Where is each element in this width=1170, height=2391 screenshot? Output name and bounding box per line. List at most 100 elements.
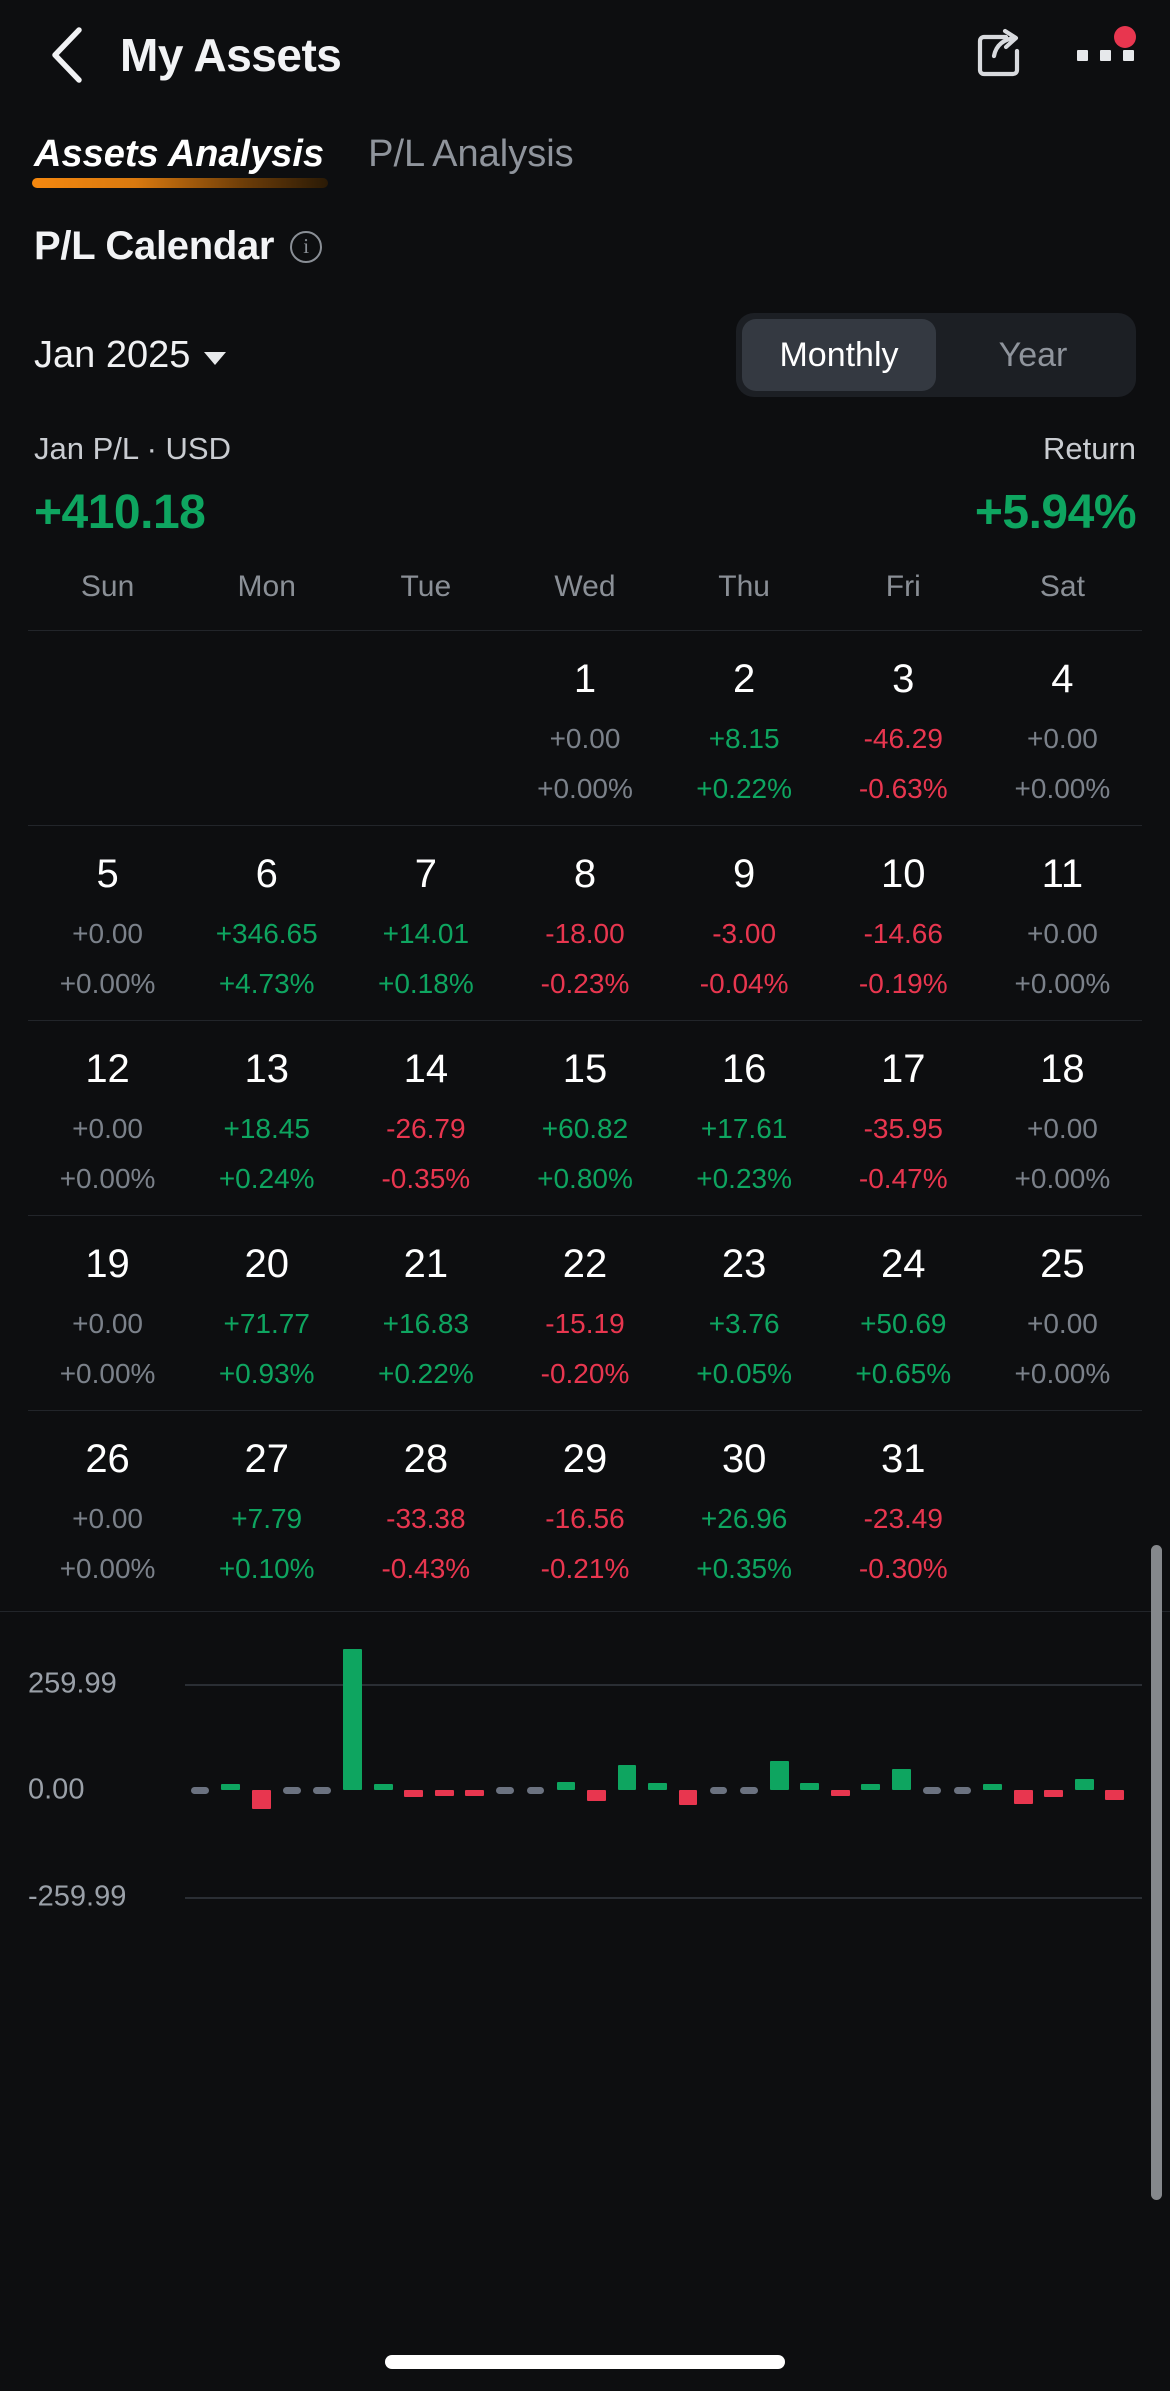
calendar-day-cell[interactable]: 1 +0.00 +0.00% xyxy=(505,659,664,803)
calendar-day-percent: +0.00% xyxy=(1014,773,1111,804)
chart-bar-column[interactable] xyxy=(612,1612,642,1912)
calendar-day-cell[interactable]: 11 +0.00 +0.00% xyxy=(983,854,1142,998)
chart-bar-column[interactable] xyxy=(490,1612,520,1912)
calendar-week-row: 19 +0.00 +0.00% 20 +71.77 +0.93% 21 +16.83 +0.22… xyxy=(28,1215,1142,1410)
tab-pl-analysis[interactable]: P/L Analysis xyxy=(368,133,574,188)
calendar-day-cell[interactable]: 15 +60.82 +0.80% xyxy=(505,1049,664,1193)
calendar-day-cell[interactable]: 14 -26.79 -0.35% xyxy=(346,1049,505,1193)
weekday-sun: Sun xyxy=(80,570,135,603)
calendar-week-row: 1 +0.00 +0.00% 2 +8.15 +0.22% 3 -46.29 -0.63% 4 +0… xyxy=(28,630,1142,825)
calendar-day-number: 27 xyxy=(244,1437,289,1481)
calendar-day-percent: +0.00% xyxy=(59,1163,156,1194)
top-bar: My Assets xyxy=(0,0,1170,110)
chart-bar-column[interactable] xyxy=(978,1612,1008,1912)
chart-bar-column[interactable] xyxy=(703,1612,733,1912)
calendar-day-percent: +0.00% xyxy=(537,773,633,804)
vertical-scrollbar[interactable] xyxy=(1151,1545,1162,2200)
calendar-day-cell[interactable]: 17 -35.95 -0.47% xyxy=(824,1049,983,1193)
calendar-day-pl: +16.83 xyxy=(382,1308,470,1339)
chart-bar-column[interactable] xyxy=(581,1612,611,1912)
calendar-day-cell[interactable]: 5 +0.00 +0.00% xyxy=(28,854,187,998)
calendar-day-cell[interactable]: 4 +0.00 +0.00% xyxy=(983,659,1142,803)
calendar-day-cell[interactable]: 30 +26.96 +0.35% xyxy=(665,1439,824,1583)
calendar-day-cell[interactable]: 18 +0.00 +0.00% xyxy=(983,1049,1142,1193)
chart-bar-column[interactable] xyxy=(520,1612,550,1912)
calendar-day-cell[interactable]: 27 +7.79 +0.10% xyxy=(187,1439,346,1583)
chart-bar-column[interactable] xyxy=(947,1612,977,1912)
tab-assets-analysis-label: Assets Analysis xyxy=(34,133,325,175)
chart-bar-column[interactable] xyxy=(673,1612,703,1912)
segment-monthly[interactable]: Monthly xyxy=(742,319,936,391)
chart-bar-column[interactable] xyxy=(764,1612,794,1912)
chart-bar-column[interactable] xyxy=(246,1612,276,1912)
calendar-day-cell[interactable]: 28 -33.38 -0.43% xyxy=(346,1439,505,1583)
calendar-day-cell[interactable]: 22 -15.19 -0.20% xyxy=(505,1244,664,1388)
calendar-day-cell[interactable]: 24 +50.69 +0.65% xyxy=(824,1244,983,1388)
calendar-day-cell[interactable]: 23 +3.76 +0.05% xyxy=(665,1244,824,1388)
chart-bar-column[interactable] xyxy=(642,1612,672,1912)
chart-bar-column[interactable] xyxy=(215,1612,245,1912)
calendar-day-cell[interactable]: 2 +8.15 +0.22% xyxy=(665,659,824,803)
calendar-day-percent: -0.47% xyxy=(858,1163,948,1194)
calendar-day-cell[interactable]: 20 +71.77 +0.93% xyxy=(187,1244,346,1388)
chart-bar-column[interactable] xyxy=(1069,1612,1099,1912)
chart-bar-column[interactable] xyxy=(886,1612,916,1912)
chart-bar-column[interactable] xyxy=(551,1612,581,1912)
chart-bar-column[interactable] xyxy=(459,1612,489,1912)
calendar-day-cell[interactable]: 10 -14.66 -0.19% xyxy=(824,854,983,998)
weekday-wed: Wed xyxy=(554,570,616,603)
tab-assets-analysis[interactable]: Assets Analysis xyxy=(32,133,329,188)
calendar-day-cell[interactable]: 3 -46.29 -0.63% xyxy=(824,659,983,803)
calendar-day-percent: +0.22% xyxy=(696,773,792,804)
chart-bar-column[interactable] xyxy=(1039,1612,1069,1912)
calendar-day-number: 11 xyxy=(1041,852,1084,896)
calendar-day-cell[interactable]: 26 +0.00 +0.00% xyxy=(28,1439,187,1583)
chart-bar xyxy=(404,1790,424,1798)
calendar-day-cell[interactable]: 9 -3.00 -0.04% xyxy=(665,854,824,998)
chart-bar-column[interactable] xyxy=(429,1612,459,1912)
calendar-day-cell[interactable]: 16 +17.61 +0.23% xyxy=(665,1049,824,1193)
more-options-button[interactable] xyxy=(1074,24,1136,86)
back-button[interactable] xyxy=(34,23,98,87)
calendar-day-pl: +0.00 xyxy=(72,1113,143,1144)
chart-bar-column[interactable] xyxy=(917,1612,947,1912)
calendar-day-cell[interactable]: 12 +0.00 +0.00% xyxy=(28,1049,187,1193)
chart-bar-column[interactable] xyxy=(795,1612,825,1912)
calendar-day-cell[interactable]: 8 -18.00 -0.23% xyxy=(505,854,664,998)
notification-badge xyxy=(1114,26,1136,48)
share-button[interactable] xyxy=(968,24,1030,86)
info-circle-icon[interactable]: i xyxy=(290,230,323,263)
chart-bar-column[interactable] xyxy=(825,1612,855,1912)
segment-year[interactable]: Year xyxy=(936,319,1130,391)
calendar-day-number: 3 xyxy=(892,657,915,701)
chart-bar-column[interactable] xyxy=(337,1612,367,1912)
chart-bar-column[interactable] xyxy=(307,1612,337,1912)
calendar-day-cell[interactable]: 6 +346.65 +4.73% xyxy=(187,854,346,998)
chart-bar-column[interactable] xyxy=(1008,1612,1038,1912)
calendar-day-cell[interactable]: 21 +16.83 +0.22% xyxy=(346,1244,505,1388)
chart-bar-column[interactable] xyxy=(1100,1612,1130,1912)
calendar-day-number: 1 xyxy=(573,657,597,701)
calendar-day-percent: +0.00% xyxy=(1014,1358,1111,1389)
chart-bar-column[interactable] xyxy=(276,1612,306,1912)
chart-bar-column[interactable] xyxy=(368,1612,398,1912)
chart-bar-column[interactable] xyxy=(398,1612,428,1912)
summary-values: +410.18 +5.94% xyxy=(34,467,1137,540)
chart-bar-column[interactable] xyxy=(185,1612,215,1912)
calendar-day-cell[interactable]: 31 -23.49 -0.30% xyxy=(824,1439,983,1583)
calendar-day-number: 24 xyxy=(881,1242,926,1286)
calendar-day-cell[interactable]: 29 -16.56 -0.21% xyxy=(505,1439,664,1583)
calendar-day-number: 26 xyxy=(85,1437,130,1481)
chart-bar-column[interactable] xyxy=(856,1612,886,1912)
weekday-thu: Thu xyxy=(718,570,770,603)
calendar-day-pl: -33.38 xyxy=(386,1503,466,1534)
calendar-day-cell[interactable]: 25 +0.00 +0.00% xyxy=(983,1244,1142,1388)
calendar-day-pl: -26.79 xyxy=(386,1113,466,1144)
chart-bar xyxy=(343,1648,363,1790)
calendar-day-cell[interactable]: 19 +0.00 +0.00% xyxy=(28,1244,187,1388)
calendar-day-cell[interactable]: 7 +14.01 +0.18% xyxy=(346,854,505,998)
calendar-day-cell[interactable]: 13 +18.45 +0.24% xyxy=(187,1049,346,1193)
chart-bar xyxy=(526,1786,545,1794)
chart-bar-column[interactable] xyxy=(734,1612,764,1912)
month-selector[interactable]: Jan 2025 xyxy=(34,334,227,377)
